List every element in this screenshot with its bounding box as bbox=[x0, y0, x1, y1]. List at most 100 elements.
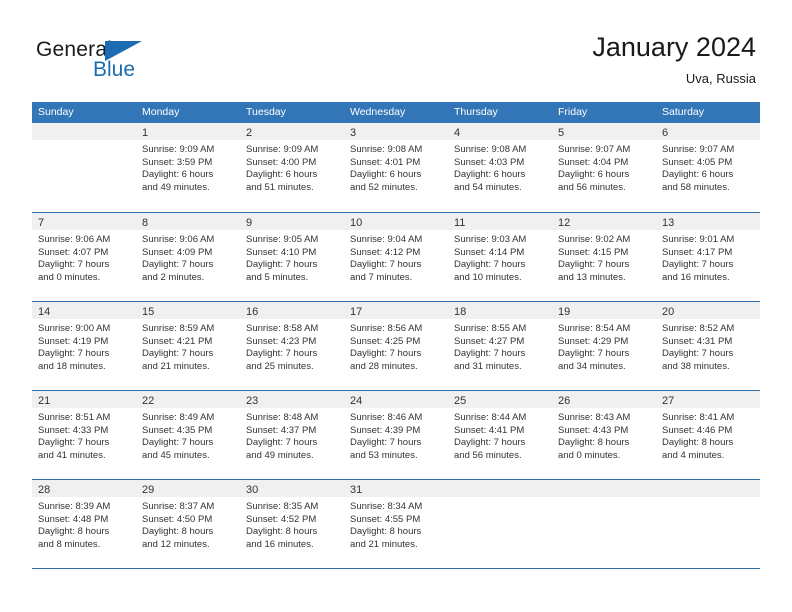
sunset-text: Sunset: 4:41 PM bbox=[454, 424, 525, 436]
day-cell-11[interactable]: 11 Sunrise: 9:03 AM Sunset: 4:14 PM Dayligh… bbox=[448, 213, 552, 301]
daylight-text-2: Daylight: 8 hours bbox=[662, 437, 734, 449]
daylight-text-3: and 28 minutes. bbox=[350, 360, 418, 372]
sunrise-text: Sunrise: 8:37 AM bbox=[142, 501, 215, 512]
daylight-text-3: and 51 minutes. bbox=[246, 181, 314, 193]
day-details: Sunrise: 9:09 AM Sunset: 4:00 PM Daylight:… bbox=[240, 140, 344, 194]
day-cell-14[interactable]: 14 Sunrise: 9:00 AM Sunset: 4:19 PM Dayligh… bbox=[32, 302, 136, 390]
general-blue-logo[interactable]: General Blue bbox=[36, 38, 256, 84]
day-cell-24[interactable]: 24 Sunrise: 8:46 AM Sunset: 4:39 PM Dayligh… bbox=[344, 391, 448, 479]
day-number: 5 bbox=[558, 127, 565, 139]
day-details: Sunrise: 9:06 AM Sunset: 4:09 PM Daylight:… bbox=[136, 230, 240, 284]
day-number: 15 bbox=[142, 306, 155, 318]
day-cell-2[interactable]: 2 Sunrise: 9:09 AM Sunset: 4:00 PM Daylight… bbox=[240, 123, 344, 212]
day-cell-3[interactable]: 3 Sunrise: 9:08 AM Sunset: 4:01 PM Daylight… bbox=[344, 123, 448, 212]
day-details: Sunrise: 9:03 AM Sunset: 4:14 PM Daylight:… bbox=[448, 230, 552, 284]
sunrise-text: Sunrise: 8:56 AM bbox=[350, 323, 423, 334]
daylight-text-2: Daylight: 7 hours bbox=[350, 437, 422, 449]
day-cell-6[interactable]: 6 Sunrise: 9:07 AM Sunset: 4:05 PM Daylight… bbox=[656, 123, 760, 212]
day-number: 10 bbox=[350, 217, 363, 229]
sunset-text: Sunset: 4:17 PM bbox=[662, 246, 733, 258]
day-cell-9[interactable]: 9 Sunrise: 9:05 AM Sunset: 4:10 PM Daylight… bbox=[240, 213, 344, 301]
day-number-strip bbox=[448, 480, 552, 497]
day-details: Sunrise: 8:48 AM Sunset: 4:37 PM Daylight:… bbox=[240, 408, 344, 462]
day-cell-25[interactable]: 25 Sunrise: 8:44 AM Sunset: 4:41 PM Dayligh… bbox=[448, 391, 552, 479]
daylight-text-2: Daylight: 6 hours bbox=[662, 169, 734, 181]
day-cell-18[interactable]: 18 Sunrise: 8:55 AM Sunset: 4:27 PM Dayligh… bbox=[448, 302, 552, 390]
day-details: Sunrise: 9:08 AM Sunset: 4:03 PM Daylight:… bbox=[448, 140, 552, 194]
day-details: Sunrise: 8:44 AM Sunset: 4:41 PM Daylight:… bbox=[448, 408, 552, 462]
day-cell-19[interactable]: 19 Sunrise: 8:54 AM Sunset: 4:29 PM Dayligh… bbox=[552, 302, 656, 390]
logo-text-blue: Blue bbox=[93, 58, 136, 81]
page-header: General Blue January 2024 Uva, Russia bbox=[0, 0, 792, 100]
day-details: Sunrise: 9:08 AM Sunset: 4:01 PM Daylight:… bbox=[344, 140, 448, 194]
sunset-text: Sunset: 4:37 PM bbox=[246, 424, 317, 436]
day-number-strip: 14 bbox=[32, 302, 136, 319]
weekday-header-monday: Monday bbox=[142, 106, 180, 118]
day-cell-7[interactable]: 7 Sunrise: 9:06 AM Sunset: 4:07 PM Daylight… bbox=[32, 213, 136, 301]
day-number-strip: 3 bbox=[344, 123, 448, 140]
day-number-strip bbox=[32, 123, 136, 140]
day-number: 23 bbox=[246, 395, 259, 407]
daylight-text-2: Daylight: 7 hours bbox=[454, 348, 526, 360]
day-cell-16[interactable]: 16 Sunrise: 8:58 AM Sunset: 4:23 PM Dayligh… bbox=[240, 302, 344, 390]
daylight-text-3: and 12 minutes. bbox=[142, 538, 210, 550]
day-cell-29[interactable]: 29 Sunrise: 8:37 AM Sunset: 4:50 PM Dayligh… bbox=[136, 480, 240, 568]
day-cell-10[interactable]: 10 Sunrise: 9:04 AM Sunset: 4:12 PM Dayligh… bbox=[344, 213, 448, 301]
calendar-grid: Sunday Monday Tuesday Wednesday Thursday Frid… bbox=[32, 102, 760, 569]
day-cell-23[interactable]: 23 Sunrise: 8:48 AM Sunset: 4:37 PM Dayligh… bbox=[240, 391, 344, 479]
day-cell-13[interactable]: 13 Sunrise: 9:01 AM Sunset: 4:17 PM Dayligh… bbox=[656, 213, 760, 301]
day-number-strip: 19 bbox=[552, 302, 656, 319]
day-cell-5[interactable]: 5 Sunrise: 9:07 AM Sunset: 4:04 PM Daylight… bbox=[552, 123, 656, 212]
day-cell-26[interactable]: 26 Sunrise: 8:43 AM Sunset: 4:43 PM Dayligh… bbox=[552, 391, 656, 479]
day-details: Sunrise: 8:59 AM Sunset: 4:21 PM Daylight:… bbox=[136, 319, 240, 373]
sunrise-text: Sunrise: 9:02 AM bbox=[558, 234, 631, 245]
day-cell-8[interactable]: 8 Sunrise: 9:06 AM Sunset: 4:09 PM Daylight… bbox=[136, 213, 240, 301]
day-cell-30[interactable]: 30 Sunrise: 8:35 AM Sunset: 4:52 PM Dayligh… bbox=[240, 480, 344, 568]
daylight-text-3: and 25 minutes. bbox=[246, 360, 314, 372]
day-cell-28[interactable]: 28 Sunrise: 8:39 AM Sunset: 4:48 PM Dayligh… bbox=[32, 480, 136, 568]
sunset-text: Sunset: 4:35 PM bbox=[142, 424, 213, 436]
page-subtitle-location: Uva, Russia bbox=[685, 71, 756, 86]
sunrise-text: Sunrise: 8:55 AM bbox=[454, 323, 527, 334]
day-number: 6 bbox=[662, 127, 669, 139]
daylight-text-3: and 13 minutes. bbox=[558, 271, 626, 283]
day-cell-21[interactable]: 21 Sunrise: 8:51 AM Sunset: 4:33 PM Dayligh… bbox=[32, 391, 136, 479]
title-block: January 2024 Uva, Russia bbox=[592, 30, 756, 89]
day-cell-20[interactable]: 20 Sunrise: 8:52 AM Sunset: 4:31 PM Dayligh… bbox=[656, 302, 760, 390]
day-number-strip: 13 bbox=[656, 213, 760, 230]
daylight-text-2: Daylight: 7 hours bbox=[142, 348, 214, 360]
day-cell-1[interactable]: 1 Sunrise: 9:09 AM Sunset: 3:59 PM Daylight… bbox=[136, 123, 240, 212]
sunrise-text: Sunrise: 9:00 AM bbox=[38, 323, 111, 334]
daylight-text-2: Daylight: 8 hours bbox=[350, 526, 422, 538]
daylight-text-2: Daylight: 7 hours bbox=[246, 259, 318, 271]
daylight-text-3: and 7 minutes. bbox=[350, 271, 413, 283]
day-details: Sunrise: 9:06 AM Sunset: 4:07 PM Daylight:… bbox=[32, 230, 136, 284]
sunset-text: Sunset: 4:01 PM bbox=[350, 156, 421, 168]
sunrise-text: Sunrise: 8:35 AM bbox=[246, 501, 319, 512]
day-details: Sunrise: 8:34 AM Sunset: 4:55 PM Daylight:… bbox=[344, 497, 448, 551]
sunrise-text: Sunrise: 9:04 AM bbox=[350, 234, 423, 245]
daylight-text-3: and 16 minutes. bbox=[662, 271, 730, 283]
day-number: 21 bbox=[38, 395, 51, 407]
day-number-strip: 22 bbox=[136, 391, 240, 408]
calendar-week-row: 14 Sunrise: 9:00 AM Sunset: 4:19 PM Dayligh… bbox=[32, 301, 760, 390]
day-cell-22[interactable]: 22 Sunrise: 8:49 AM Sunset: 4:35 PM Dayligh… bbox=[136, 391, 240, 479]
day-cell-17[interactable]: 17 Sunrise: 8:56 AM Sunset: 4:25 PM Dayligh… bbox=[344, 302, 448, 390]
weekday-header-tuesday: Tuesday bbox=[246, 106, 286, 118]
sunset-text: Sunset: 4:05 PM bbox=[662, 156, 733, 168]
day-number: 12 bbox=[558, 217, 571, 229]
day-cell-12[interactable]: 12 Sunrise: 9:02 AM Sunset: 4:15 PM Dayligh… bbox=[552, 213, 656, 301]
day-cell-4[interactable]: 4 Sunrise: 9:08 AM Sunset: 4:03 PM Daylight… bbox=[448, 123, 552, 212]
calendar-weeks: 1 Sunrise: 9:09 AM Sunset: 3:59 PM Daylight… bbox=[32, 123, 760, 568]
sunrise-text: Sunrise: 9:09 AM bbox=[142, 144, 215, 155]
day-details: Sunrise: 9:09 AM Sunset: 3:59 PM Daylight:… bbox=[136, 140, 240, 194]
day-details: Sunrise: 8:39 AM Sunset: 4:48 PM Daylight:… bbox=[32, 497, 136, 551]
day-details: Sunrise: 8:43 AM Sunset: 4:43 PM Daylight:… bbox=[552, 408, 656, 462]
day-details: Sunrise: 9:07 AM Sunset: 4:05 PM Daylight:… bbox=[656, 140, 760, 194]
day-cell-15[interactable]: 15 Sunrise: 8:59 AM Sunset: 4:21 PM Dayligh… bbox=[136, 302, 240, 390]
daylight-text-2: Daylight: 6 hours bbox=[350, 169, 422, 181]
day-cell-31[interactable]: 31 Sunrise: 8:34 AM Sunset: 4:55 PM Dayligh… bbox=[344, 480, 448, 568]
day-cell-27[interactable]: 27 Sunrise: 8:41 AM Sunset: 4:46 PM Dayligh… bbox=[656, 391, 760, 479]
calendar-page: General Blue January 2024 Uva, Russia Su… bbox=[0, 0, 792, 612]
day-number-strip: 18 bbox=[448, 302, 552, 319]
